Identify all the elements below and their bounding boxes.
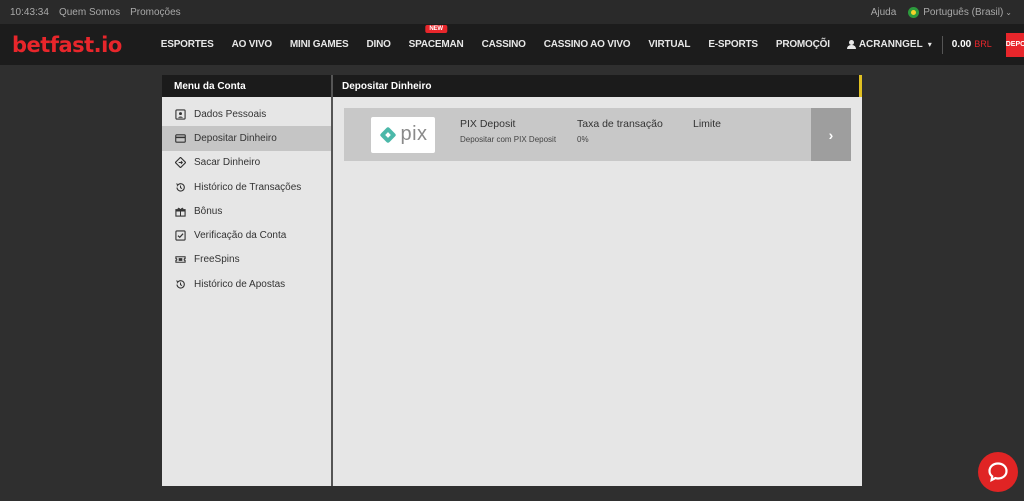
pix-diamond-icon (380, 126, 397, 143)
limit-label: Limite (693, 118, 722, 130)
main-nav: betfast.io ESPORTES AO VIVO MINI GAMES D… (0, 24, 1024, 65)
language-label: Português (Brasil) (923, 6, 1004, 18)
sidebar-item-label: Sacar Dinheiro (194, 157, 261, 169)
sidebar-item-label: Histórico de Apostas (194, 278, 286, 290)
sidebar-item-bonus[interactable]: Bônus (162, 199, 331, 223)
balance-currency: BRL (974, 39, 992, 49)
sidebar-item-label: Bônus (194, 205, 223, 217)
history-icon (176, 279, 185, 289)
brazil-flag-icon (908, 6, 920, 18)
sidebar-list: Dados Pessoais Depositar Dinheiro Sacar … (162, 97, 331, 296)
nav-esportes[interactable]: ESPORTES (152, 39, 223, 50)
sidebar-item-label: Histórico de Transações (194, 181, 302, 193)
method-description: Depositar com PIX Deposit (460, 135, 557, 144)
select-method-button[interactable]: › (811, 108, 851, 161)
payment-method-pix[interactable]: pix PIX Deposit Depositar com PIX Deposi… (344, 108, 851, 161)
nav-cassino[interactable]: CASSINO (473, 39, 535, 50)
sidebar-item-sacar-dinheiro[interactable]: Sacar Dinheiro (162, 151, 331, 175)
sidebar-item-label: Depositar Dinheiro (194, 132, 277, 144)
sidebar-item-verificacao-conta[interactable]: Verificação da Conta (162, 223, 331, 247)
language-selector[interactable]: Português (Brasil) ⌄ (908, 6, 1012, 18)
link-promocoes[interactable]: Promoções (130, 7, 181, 18)
sidebar-title: Menu da Conta (162, 75, 331, 97)
top-utility-bar: 10:43:34 Quem Somos Promoções Ajuda Port… (0, 0, 1024, 24)
fee-value: 0% (577, 135, 589, 144)
user-icon (846, 40, 856, 49)
pix-logo: pix (371, 116, 435, 153)
nav-promocoes[interactable]: PROMOÇÕI (767, 39, 839, 50)
user-menu[interactable]: ACRANNGEL ▾ (846, 35, 943, 54)
nav-dino[interactable]: DINO (357, 39, 399, 50)
link-quem-somos[interactable]: Quem Somos (59, 7, 120, 18)
history-icon (176, 182, 185, 192)
deposit-content: Depositar Dinheiro pix PIX Deposit Depos… (333, 75, 862, 486)
sidebar-item-label: Verificação da Conta (194, 230, 287, 242)
sidebar-item-historico-transacoes[interactable]: Histórico de Transações (162, 175, 331, 199)
nav-e-sports[interactable]: E-SPORTS (699, 39, 767, 50)
card-icon (175, 134, 186, 143)
nav-ao-vivo[interactable]: AO VIVO (223, 39, 281, 50)
ticket-icon (175, 256, 186, 264)
help-link[interactable]: Ajuda (871, 7, 897, 18)
nav-mini-games[interactable]: MINI GAMES (281, 39, 358, 50)
method-fee: Taxa de transação 0% (577, 118, 663, 144)
checkbox-icon (175, 230, 186, 241)
sidebar-item-label: Dados Pessoais (194, 108, 267, 120)
nav-spaceman[interactable]: NEW SPACEMAN (400, 25, 473, 50)
balance-amount: 0.00 (951, 39, 972, 50)
chevron-down-icon: ⌄ (1005, 7, 1012, 17)
account-panel: Menu da Conta Dados Pessoais Depositar D… (162, 75, 862, 486)
content-title: Depositar Dinheiro (333, 75, 862, 97)
fee-label: Taxa de transação (577, 118, 663, 130)
site-logo[interactable]: betfast.io (0, 33, 122, 57)
balance-display: 0.00 BRL (952, 39, 992, 50)
method-name: PIX Deposit (460, 118, 516, 130)
chevron-down-icon: ▾ (927, 40, 932, 49)
nav-virtual[interactable]: VIRTUAL (639, 39, 699, 50)
gift-icon (175, 207, 186, 217)
method-limit: Limite (693, 118, 721, 135)
nav-menu: ESPORTES AO VIVO MINI GAMES DINO NEW SPA… (152, 25, 839, 50)
method-info: PIX Deposit Depositar com PIX Deposit (460, 118, 556, 144)
sidebar-item-label: FreeSpins (194, 254, 240, 266)
live-chat-button[interactable] (978, 452, 1018, 492)
pix-logo-text: pix (400, 123, 428, 145)
sidebar-item-historico-apostas[interactable]: Histórico de Apostas (162, 272, 331, 296)
id-card-icon (175, 109, 186, 120)
sidebar-item-depositar-dinheiro[interactable]: Depositar Dinheiro (162, 126, 331, 151)
chevron-right-icon: › (828, 126, 834, 143)
nav-cassino-ao-vivo[interactable]: CASSINO AO VIVO (535, 39, 640, 50)
withdraw-icon (175, 157, 186, 169)
sidebar-item-dados-pessoais[interactable]: Dados Pessoais (162, 102, 331, 126)
new-badge: NEW (425, 25, 447, 33)
sidebar-item-freespins[interactable]: FreeSpins (162, 248, 331, 272)
deposit-button[interactable]: DEPOSITAR (1005, 32, 1024, 57)
account-sidebar: Menu da Conta Dados Pessoais Depositar D… (162, 75, 333, 486)
username: ACRANNGEL (858, 39, 923, 50)
nav-spaceman-label: SPACEMAN (408, 39, 464, 50)
clock: 10:43:34 (10, 6, 49, 18)
chat-bubble-icon (988, 462, 1008, 482)
